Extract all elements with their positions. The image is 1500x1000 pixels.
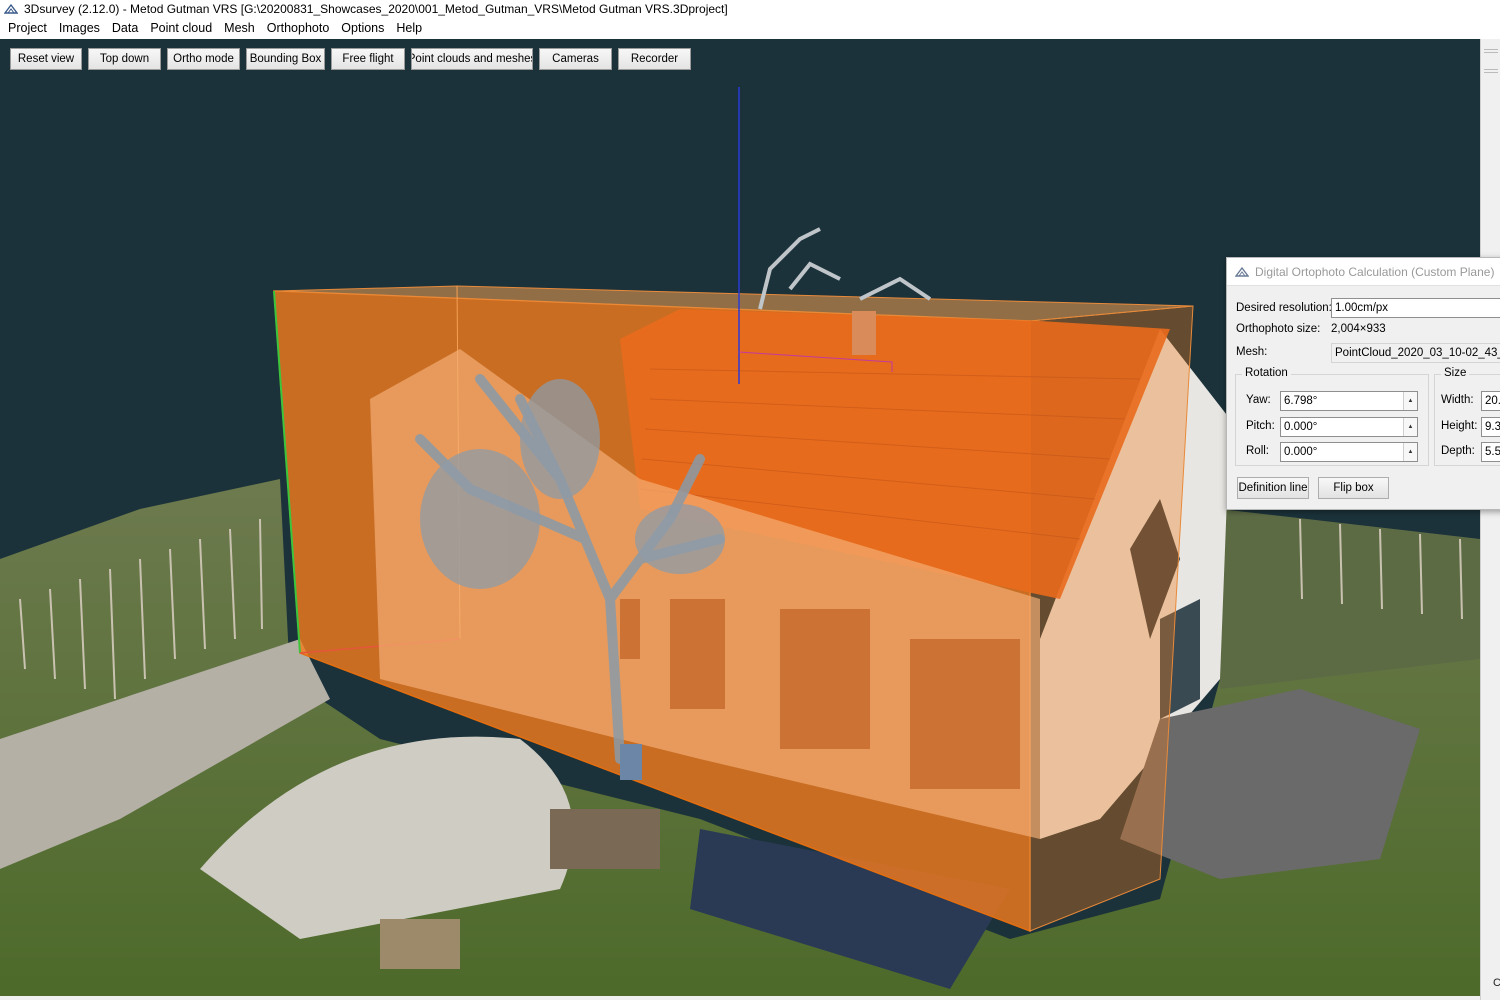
spin-down-icon[interactable]: ▼ (1408, 410, 1414, 411)
desired-resolution-label: Desired resolution: (1236, 302, 1332, 314)
mesh-label: Mesh: (1236, 346, 1268, 358)
menu-point-cloud[interactable]: Point cloud (144, 18, 218, 39)
rotation-group: Rotation Yaw: 6.798° ▲▼ Pitch: 0.000° ▲▼… (1235, 367, 1429, 466)
menu-help[interactable]: Help (390, 18, 428, 39)
mesh-row: Mesh: (1236, 346, 1267, 358)
height-spinbox[interactable]: 9.3 (1481, 417, 1500, 437)
orthophoto-size-value: 2,004×933 (1331, 323, 1386, 335)
window-title: 3Dsurvey (2.12.0) - Metod Gutman VRS [G:… (24, 2, 728, 16)
flip-box-button[interactable]: Flip box (1318, 477, 1389, 499)
definition-line-button[interactable]: Definition line (1237, 477, 1309, 499)
3d-viewport[interactable]: Reset view Top down Ortho mode Bounding … (0, 39, 1480, 996)
corner-label: C (1493, 977, 1500, 989)
spin-down-icon[interactable]: ▼ (1408, 436, 1414, 437)
depth-spinbox[interactable]: 5.5 (1481, 442, 1500, 462)
dialog-title: Digital Ortophoto Calculation (Custom Pl… (1255, 264, 1495, 279)
pitch-stepper[interactable]: ▲▼ (1403, 418, 1417, 436)
terrain-right (1220, 509, 1480, 689)
menu-project[interactable]: Project (2, 18, 53, 39)
recorder-button[interactable]: Recorder (618, 48, 691, 70)
spin-up-icon[interactable]: ▲ (1408, 418, 1414, 436)
right-dock-strip: C (1480, 39, 1500, 1000)
app-logo-icon (4, 3, 18, 14)
top-down-button[interactable]: Top down (88, 48, 161, 70)
ortho-mode-button[interactable]: Ortho mode (167, 48, 240, 70)
free-flight-button[interactable]: Free flight (331, 48, 405, 70)
yaw-stepper[interactable]: ▲▼ (1403, 392, 1417, 410)
menu-data[interactable]: Data (106, 18, 144, 39)
spin-down-icon[interactable]: ▼ (1408, 461, 1414, 462)
pitch-spinbox[interactable]: 0.000° ▲▼ (1280, 417, 1418, 437)
pitch-label: Pitch: (1246, 420, 1275, 432)
chimney (852, 311, 876, 355)
mesh-select[interactable]: PointCloud_2020_03_10-02_43_52 (1331, 343, 1500, 363)
depth-label: Depth: (1441, 445, 1475, 457)
bottom-edge (0, 996, 1480, 1000)
roll-label: Roll: (1246, 445, 1270, 457)
menu-images[interactable]: Images (53, 18, 106, 39)
roll-value: 0.000° (1284, 446, 1318, 458)
app-logo-icon (1235, 266, 1249, 277)
bounding-box-button[interactable]: Bounding Box (246, 48, 325, 70)
viewport-toolbar: Reset view Top down Ortho mode Bounding … (10, 48, 691, 70)
dialog-title-bar[interactable]: Digital Ortophoto Calculation (Custom Pl… (1227, 258, 1500, 286)
desired-resolution-row: Desired resolution: (1236, 302, 1332, 314)
menu-orthophoto[interactable]: Orthophoto (261, 18, 336, 39)
cameras-button[interactable]: Cameras (539, 48, 612, 70)
orthophoto-dialog: Digital Ortophoto Calculation (Custom Pl… (1226, 257, 1500, 510)
orthophoto-size-row: Orthophoto size: (1236, 323, 1320, 335)
width-spinbox[interactable]: 20. (1481, 391, 1500, 411)
size-group: Size Width: 20. Height: 9.3 Depth: 5.5 (1434, 367, 1500, 466)
roll-spinbox[interactable]: 0.000° ▲▼ (1280, 442, 1418, 462)
height-label: Height: (1441, 420, 1478, 432)
wood-pile (380, 919, 460, 969)
menu-bar: Project Images Data Point cloud Mesh Ort… (0, 18, 1500, 39)
scene-render (0, 87, 1480, 996)
width-label: Width: (1441, 394, 1474, 406)
point-clouds-and-meshes-button[interactable]: Point clouds and meshes (411, 48, 533, 70)
rotation-group-title: Rotation (1242, 367, 1291, 379)
size-group-title: Size (1441, 367, 1470, 379)
yaw-spinbox[interactable]: 6.798° ▲▼ (1280, 391, 1418, 411)
reset-view-button[interactable]: Reset view (10, 48, 82, 70)
orthophoto-size-label: Orthophoto size: (1236, 323, 1321, 335)
spin-up-icon[interactable]: ▲ (1408, 443, 1414, 461)
title-bar: 3Dsurvey (2.12.0) - Metod Gutman VRS [G:… (0, 0, 1500, 18)
table (550, 809, 660, 869)
yaw-value: 6.798° (1284, 395, 1318, 407)
yaw-label: Yaw: (1246, 394, 1271, 406)
menu-options[interactable]: Options (335, 18, 390, 39)
barrel (620, 744, 642, 780)
desired-resolution-input[interactable]: 1.00cm/px (1331, 298, 1500, 318)
dock-handle[interactable] (1484, 69, 1498, 73)
roll-stepper[interactable]: ▲▼ (1403, 443, 1417, 461)
menu-mesh[interactable]: Mesh (218, 18, 261, 39)
spin-up-icon[interactable]: ▲ (1408, 392, 1414, 410)
pitch-value: 0.000° (1284, 421, 1318, 433)
dock-handle[interactable] (1484, 49, 1498, 53)
